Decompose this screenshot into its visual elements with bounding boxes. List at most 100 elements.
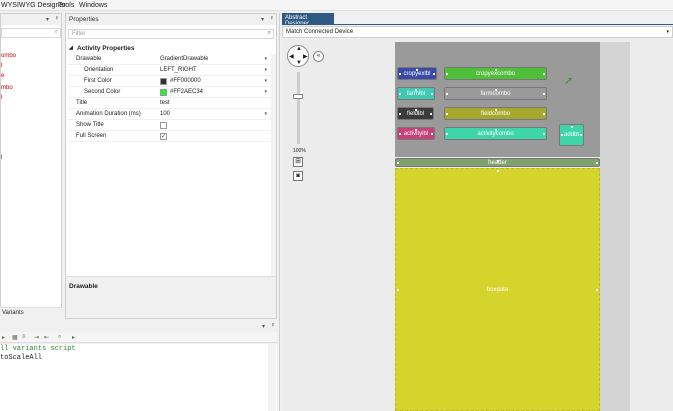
property-value[interactable]: 100: [160, 111, 170, 117]
chevron-down-icon[interactable]: ▾: [264, 111, 267, 117]
code-editor[interactable]: ll variants script toScaleAll: [0, 344, 277, 411]
arrow-left-icon[interactable]: ◀: [289, 53, 294, 60]
tree-item[interactable]: mbo: [1, 85, 13, 91]
color-swatch[interactable]: [160, 89, 167, 96]
view-farmlbl[interactable]: farmlbl: [397, 87, 435, 100]
property-value[interactable]: #FF000000: [170, 78, 201, 84]
tree-item[interactable]: l: [1, 95, 2, 101]
indent-icon[interactable]: ⇥: [34, 334, 39, 341]
property-row[interactable]: Animation Duration (ms) 100 ▾: [68, 109, 271, 120]
zoom-track[interactable]: [297, 72, 300, 144]
menu-windows[interactable]: Windows: [79, 2, 107, 9]
property-row[interactable]: First Color #FF000000 ▾: [68, 76, 271, 87]
resize-handle[interactable]: [397, 161, 399, 164]
resize-handle[interactable]: [570, 126, 573, 128]
chevron-down-icon[interactable]: ▾: [264, 56, 267, 62]
properties-filter[interactable]: Filter ⌕: [68, 29, 274, 39]
resize-handle[interactable]: [446, 112, 448, 115]
resize-handle[interactable]: [416, 69, 418, 71]
resize-handle[interactable]: [496, 170, 499, 172]
dropdown-icon[interactable]: ▾: [262, 323, 265, 330]
resize-handle[interactable]: [415, 129, 417, 131]
resize-handle[interactable]: [399, 92, 401, 95]
resize-handle[interactable]: [446, 72, 448, 75]
resize-handle[interactable]: [415, 89, 417, 91]
view-panel[interactable]: boxdata: [395, 168, 600, 411]
view-fieldlbl[interactable]: fieldlbl: [397, 107, 434, 120]
resize-handle[interactable]: [431, 92, 433, 95]
menu-wysiwyg-designer[interactable]: WYSIWYG Designer: [1, 2, 66, 9]
property-value[interactable]: LEFT_RIGHT: [160, 67, 197, 73]
tree-item[interactable]: l: [1, 155, 2, 161]
pane-divider[interactable]: [279, 13, 280, 411]
play-icon[interactable]: ▸: [72, 334, 75, 341]
view-cropyexlbl[interactable]: cropyexlbl: [397, 67, 437, 80]
resize-handle[interactable]: [399, 132, 401, 135]
color-swatch[interactable]: [160, 78, 167, 85]
property-row[interactable]: Second Color #FF2AEC34 ▾: [68, 87, 271, 98]
resize-handle[interactable]: [496, 160, 499, 162]
editor-scrollbar[interactable]: [268, 344, 276, 411]
resize-handle[interactable]: [431, 132, 433, 135]
resize-handle[interactable]: [561, 134, 563, 136]
view-fieldcombo[interactable]: fieldcombo: [444, 107, 547, 120]
arrow-right-icon[interactable]: ▶: [303, 53, 308, 60]
view-farmcombo[interactable]: farmcombo: [444, 87, 547, 100]
pin-icon[interactable]: ᵖ: [272, 323, 274, 329]
view-addbtn[interactable]: addbt: [559, 124, 584, 146]
property-row[interactable]: Show Title: [68, 120, 271, 131]
resize-handle[interactable]: [446, 92, 448, 95]
fit-grid-icon[interactable]: ⊞: [293, 157, 303, 167]
resize-handle[interactable]: [399, 112, 401, 115]
dropdown-icon[interactable]: ▾: [261, 16, 264, 23]
search-icon[interactable]: ⌕: [58, 334, 61, 341]
modules-search[interactable]: ⌕: [1, 28, 61, 38]
arrow-down-icon[interactable]: ▼: [296, 60, 302, 66]
view-activitycombo[interactable]: activitycombo: [444, 127, 547, 140]
tree-item[interactable]: l: [1, 63, 2, 69]
resize-handle[interactable]: [494, 89, 497, 91]
chevron-down-icon[interactable]: ▾: [264, 89, 267, 95]
pin-icon[interactable]: ᵖ: [271, 16, 273, 22]
resize-handle[interactable]: [494, 109, 497, 111]
property-row[interactable]: Full Screen ✓: [68, 131, 271, 142]
resize-handle[interactable]: [446, 132, 448, 135]
view-activitylbl[interactable]: activitylbl: [397, 127, 435, 140]
collapse-icon[interactable]: ◢: [69, 45, 73, 51]
resize-handle[interactable]: [596, 288, 598, 291]
property-row[interactable]: Orientation LEFT_RIGHT ▾: [68, 65, 271, 76]
property-row[interactable]: Drawable GradientDrawable ▾: [68, 54, 271, 65]
dropdown-icon[interactable]: ▾: [46, 16, 49, 23]
property-row[interactable]: Title test: [68, 98, 271, 109]
collapse-panel-icon[interactable]: «: [313, 51, 324, 62]
properties-scrollbar[interactable]: [271, 54, 276, 276]
view-header[interactable]: header: [395, 158, 600, 167]
tree-item[interactable]: e: [1, 73, 4, 79]
chevron-down-icon[interactable]: ▾: [264, 78, 267, 84]
resize-handle[interactable]: [596, 161, 598, 164]
tab-abstract-designer[interactable]: Abstract Designer: [282, 13, 334, 27]
device-select[interactable]: Match Connected Device ▾: [282, 26, 673, 38]
screenshot-camera-icon[interactable]: ◙: [293, 171, 303, 181]
zoom-slider-thumb[interactable]: [293, 94, 303, 99]
property-checkbox[interactable]: [160, 122, 167, 129]
resize-handle[interactable]: [543, 72, 545, 75]
tree-item[interactable]: ombo: [1, 53, 16, 59]
resize-handle[interactable]: [494, 129, 497, 131]
resize-handle[interactable]: [399, 72, 401, 75]
resize-handle[interactable]: [543, 92, 545, 95]
pin-icon[interactable]: ᵖ: [56, 16, 58, 22]
toolbar-icon[interactable]: ▦: [12, 334, 18, 341]
resize-handle[interactable]: [494, 69, 497, 71]
tab-variants[interactable]: Variants: [2, 310, 24, 316]
resize-handle[interactable]: [543, 132, 545, 135]
property-value[interactable]: #FF2AEC34: [170, 89, 203, 95]
resize-handle[interactable]: [397, 288, 399, 291]
resize-handle[interactable]: [433, 72, 435, 75]
pan-control[interactable]: ▲ ▼ ◀ ▶: [287, 45, 309, 67]
property-value[interactable]: GradientDrawable: [160, 56, 208, 62]
arrow-up-icon[interactable]: ▲: [296, 46, 302, 52]
property-value[interactable]: test: [160, 100, 170, 106]
property-checkbox[interactable]: ✓: [160, 133, 167, 140]
resize-handle[interactable]: [430, 112, 432, 115]
